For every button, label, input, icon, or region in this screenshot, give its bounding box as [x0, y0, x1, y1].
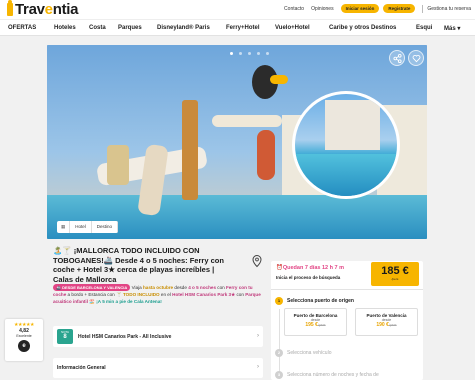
- hero-inset-photo: [292, 91, 400, 199]
- departure-badge: 🚢 DESDE BARCELONA Y VALENCIA: [53, 284, 131, 291]
- share-icon[interactable]: [389, 50, 405, 66]
- chevron-right-icon: ›: [257, 364, 259, 370]
- offer-description: 🚢 DESDE BARCELONA Y VALENCIA Viaja hasta…: [53, 284, 261, 304]
- slide-dot[interactable]: [257, 52, 260, 55]
- nav-hoteles[interactable]: Hoteles: [54, 25, 76, 31]
- slide-dot[interactable]: [266, 52, 269, 55]
- heart-icon[interactable]: [408, 50, 424, 66]
- step-number: 2: [275, 349, 283, 357]
- divider: [271, 289, 423, 290]
- main-nav: OFERTAS Hoteles Costa Parques Disneyland…: [0, 19, 475, 36]
- hotel-score-badge: NOTA 8: [57, 329, 73, 344]
- slide-dot[interactable]: [230, 52, 233, 55]
- offer-countdown: ⏰Quedan 7 días 12 h 7 m: [276, 265, 344, 271]
- nav-disneyland[interactable]: Disneyland® Paris: [157, 25, 210, 31]
- nav-esqui[interactable]: Esqui: [416, 25, 432, 31]
- register-button[interactable]: Registrate: [383, 4, 416, 13]
- rating-label: Excelente: [16, 334, 32, 338]
- divider: [422, 4, 424, 13]
- nav-ferry-hotel[interactable]: Ferry+Hotel: [226, 25, 260, 31]
- hero-gallery[interactable]: ▦ Hotel Destino: [47, 45, 427, 239]
- hotel-summary[interactable]: NOTA 8 Hotel HSM Canarios Park - All Inc…: [53, 326, 263, 347]
- top-links: Contacto Opiniones Iniciar sesión Regist…: [277, 4, 471, 13]
- brand-logo[interactable]: Traventia: [7, 0, 78, 18]
- general-info-section[interactable]: Información General ›: [53, 358, 263, 378]
- chevron-down-icon: ▾: [455, 26, 461, 32]
- steps-line: [279, 309, 280, 379]
- map-pin-icon[interactable]: [250, 254, 264, 268]
- chevron-right-icon: ›: [257, 333, 259, 339]
- offer-title: 🏝️🍸 ¡MALLORCA TODO INCLUIDO CON TOBOGANE…: [53, 246, 224, 284]
- step-origin-port[interactable]: 1 Selecciona puerto de origen: [275, 297, 354, 305]
- reviews-link[interactable]: Opiniones: [311, 6, 334, 12]
- step-number: 3: [275, 371, 283, 379]
- port-option-barcelona[interactable]: Puerto de Barcelona desde 195 €/pers: [284, 308, 347, 336]
- hero-view-tabs: ▦ Hotel Destino: [57, 221, 119, 233]
- slide-dot[interactable]: [239, 52, 242, 55]
- nav-caribe[interactable]: Caribe y otros Destinos: [329, 25, 396, 31]
- review-seal-icon: e: [18, 340, 30, 352]
- slide-indicator: [227, 52, 272, 55]
- login-button[interactable]: Iniciar sesión: [340, 4, 380, 13]
- port-options: Puerto de Barcelona desde 195 €/pers Pue…: [284, 308, 418, 336]
- price-box: 185 € /pers: [371, 262, 419, 286]
- nav-mas[interactable]: Más ▾: [444, 25, 460, 32]
- search-process-label: Inicia el proceso de búsqueda: [276, 275, 341, 280]
- gallery-icon[interactable]: ▦: [57, 221, 71, 233]
- section-title: Información General: [57, 365, 106, 371]
- nav-parques[interactable]: Parques: [118, 25, 142, 31]
- logo-icon: [7, 0, 13, 16]
- tab-hotel[interactable]: Hotel: [70, 221, 92, 233]
- top-bar: Traventia Contacto Opiniones Iniciar ses…: [0, 0, 475, 19]
- tab-destino[interactable]: Destino: [92, 221, 119, 233]
- booking-panel: ⏰Quedan 7 días 12 h 7 m Inicia el proces…: [271, 261, 423, 380]
- nav-ofertas[interactable]: OFERTAS: [8, 25, 36, 31]
- slide-dot[interactable]: [248, 52, 251, 55]
- price: 185 €: [381, 265, 409, 277]
- price-unit: /pers: [391, 277, 399, 281]
- reviews-widget[interactable]: ★★★★★ 4,82 Excelente e: [5, 319, 43, 361]
- step-vehicle[interactable]: 2 Selecciona vehículo: [275, 349, 331, 357]
- step-number: 1: [275, 297, 283, 305]
- contact-link[interactable]: Contacto: [284, 6, 304, 12]
- step-nights-date[interactable]: 3 Selecciona número de noches y fecha de: [275, 371, 379, 379]
- port-option-valencia[interactable]: Puerto de Valencia desde 190 €/pers: [355, 308, 418, 336]
- manage-booking-link[interactable]: Gestiona tu reserva: [427, 6, 471, 12]
- nav-vuelo-hotel[interactable]: Vuelo+Hotel: [275, 25, 310, 31]
- nav-costa[interactable]: Costa: [89, 25, 106, 31]
- hotel-name: Hotel HSM Canarios Park - All Inclusive: [78, 334, 172, 340]
